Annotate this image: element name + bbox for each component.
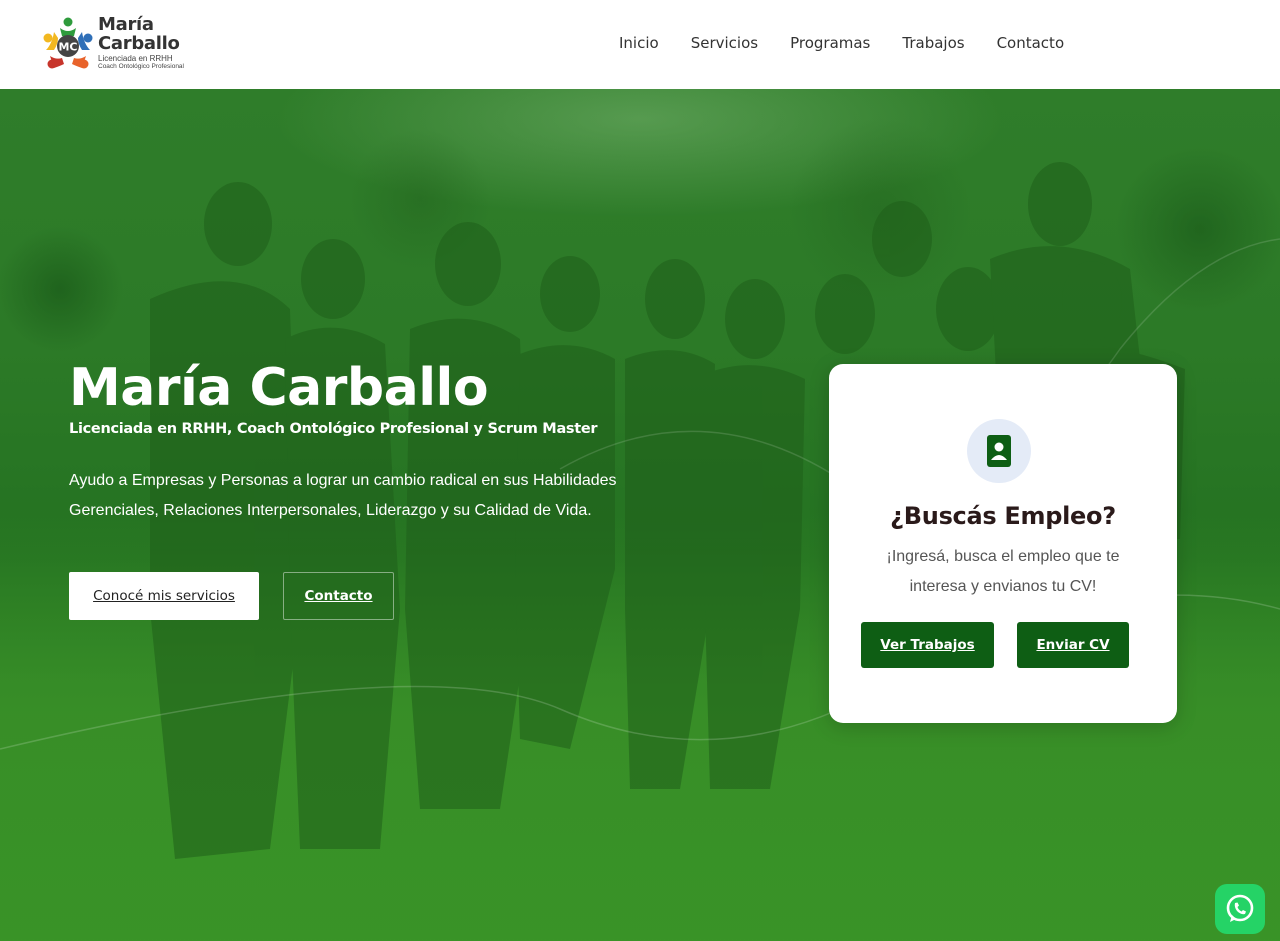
hero-title: María Carballo	[69, 358, 489, 418]
whatsapp-icon	[1226, 894, 1254, 922]
hero-subtitle: Licenciada en RRHH, Coach Ontológico Pro…	[69, 421, 598, 437]
logo-name-line1: María	[98, 14, 154, 35]
nav-item-contacto[interactable]: Contacto	[997, 32, 1065, 54]
hero-description: Ayudo a Empresas y Personas a lograr un …	[69, 472, 617, 519]
contact-button[interactable]: Contacto	[283, 572, 394, 620]
job-card-title: ¿Buscás Empleo?	[890, 502, 1116, 530]
logo-people-icon: MC	[43, 17, 93, 69]
nav-item-trabajos[interactable]: Trabajos	[902, 32, 964, 54]
nav-item-programas[interactable]: Programas	[790, 32, 870, 54]
logo-tagline-1: Licenciada en RRHH	[98, 54, 173, 63]
logo-monogram: MC	[58, 41, 77, 54]
contact-card-icon	[967, 419, 1031, 483]
nav-item-servicios[interactable]: Servicios	[691, 32, 758, 54]
whatsapp-button[interactable]	[1215, 884, 1265, 934]
view-jobs-button[interactable]: Ver Trabajos	[861, 622, 994, 668]
site-logo[interactable]: MC María Carballo Licenciada en RRHH Coa…	[40, 14, 210, 74]
job-search-card: ¿Buscás Empleo? ¡Ingresá, busca el emple…	[829, 364, 1177, 723]
site-header: MC María Carballo Licenciada en RRHH Coa…	[0, 0, 1280, 89]
logo-tagline-2: Coach Ontológico Profesional	[98, 63, 184, 70]
hero-section: María Carballo Licenciada en RRHH, Coach…	[0, 89, 1280, 941]
send-cv-button[interactable]: Enviar CV	[1017, 622, 1129, 668]
nav-item-inicio[interactable]: Inicio	[619, 32, 659, 54]
logo-text: María Carballo Licenciada en RRHH Coach …	[98, 15, 184, 71]
main-nav: Inicio Servicios Programas Trabajos Cont…	[619, 32, 1096, 54]
job-card-text: ¡Ingresá, busca el empleo que te interes…	[886, 548, 1120, 595]
services-button[interactable]: Conocé mis servicios	[69, 572, 259, 620]
logo-name-line2: Carballo	[98, 33, 180, 54]
